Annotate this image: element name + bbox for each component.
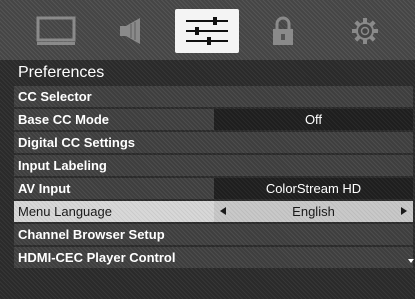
menu-item-label: Input Labeling — [18, 158, 107, 173]
menu-item-label: Digital CC Settings — [18, 135, 136, 150]
menu-item-cc-selector[interactable]: CC Selector — [14, 86, 413, 107]
menu-item-label: CC Selector — [18, 89, 92, 104]
menu-item-digital-cc-settings[interactable]: Digital CC Settings — [14, 132, 413, 153]
menu-item-label: Menu Language — [18, 204, 112, 219]
tab-sound[interactable] — [110, 9, 156, 53]
menu-item-channel-browser-setup[interactable]: Channel Browser Setup — [14, 224, 413, 245]
menu-item-label: AV Input — [18, 181, 71, 196]
menu-language-value: English — [292, 204, 335, 219]
menu-item-menu-language[interactable]: Menu Language English — [14, 201, 413, 222]
sliders-icon — [186, 17, 228, 45]
menu-title: Preferences — [18, 64, 105, 81]
arrow-right-icon[interactable] — [401, 207, 407, 215]
menu-item-input-labeling[interactable]: Input Labeling — [14, 155, 413, 176]
lock-icon — [273, 16, 293, 45]
gear-icon — [352, 18, 378, 44]
menu-item-label: HDMI-CEC Player Control — [18, 250, 176, 265]
menu-item-label: Channel Browser Setup — [18, 227, 165, 242]
tv-screen-icon — [36, 16, 76, 45]
menu-item-hdmi-cec-player-control[interactable]: HDMI-CEC Player Control — [14, 247, 413, 268]
speaker-icon — [120, 18, 140, 44]
tab-setup[interactable] — [342, 9, 388, 53]
tab-picture[interactable] — [30, 9, 82, 53]
av-input-value[interactable]: ColorStream HD — [214, 178, 413, 199]
base-cc-mode-value[interactable]: Off — [214, 109, 413, 130]
tab-locks[interactable] — [260, 9, 306, 53]
scroll-down-icon[interactable] — [408, 259, 414, 263]
arrow-left-icon[interactable] — [220, 207, 226, 215]
menu-item-base-cc-mode[interactable]: Base CC Mode Off — [14, 109, 413, 130]
menu-language-selector[interactable]: English — [214, 201, 413, 222]
settings-tab-bar — [0, 0, 415, 60]
menu-item-label: Base CC Mode — [18, 112, 110, 127]
menu-item-av-input[interactable]: AV Input ColorStream HD — [14, 178, 413, 199]
tab-preferences[interactable] — [175, 9, 239, 53]
